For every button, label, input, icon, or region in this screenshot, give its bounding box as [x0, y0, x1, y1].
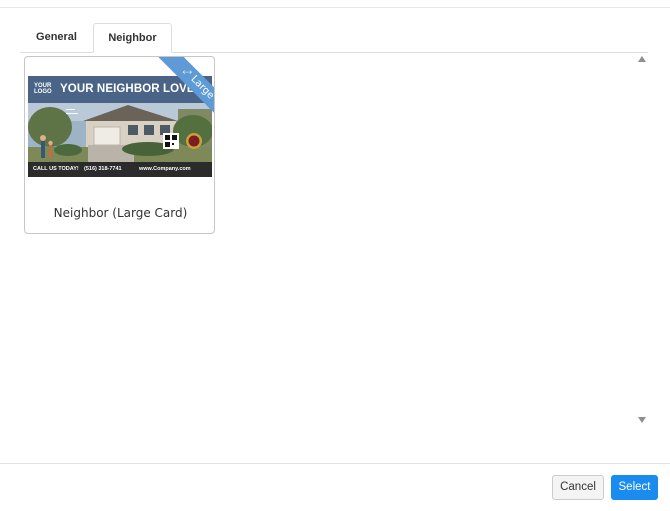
- cancel-button[interactable]: Cancel: [552, 475, 604, 500]
- footer-divider: [0, 463, 670, 464]
- preview-phone: (516) 318-7741: [84, 166, 122, 172]
- preview-photo-caption-lines: ▬▬▬ ▬▬▬▬: [66, 107, 78, 115]
- tab-neighbor[interactable]: Neighbor: [93, 23, 172, 53]
- preview-footer-band: CALL US TODAY! (516) 318-7741 www.Compan…: [28, 162, 212, 177]
- top-divider: [0, 7, 670, 8]
- scroll-down-arrow-icon[interactable]: [638, 417, 646, 423]
- select-button[interactable]: Select: [611, 475, 658, 500]
- tab-bar: General Neighbor: [20, 23, 648, 53]
- scroll-up-arrow-icon[interactable]: [638, 56, 646, 62]
- size-ribbon-band: ⤢Large: [156, 57, 214, 126]
- template-card-neighbor-large[interactable]: YOUR LOGO YOUR NEIGHBOR LOVED ▬▬▬ ▬▬▬▬ C…: [24, 56, 215, 234]
- size-ribbon-label: Large: [188, 73, 214, 102]
- preview-logo: YOUR LOGO: [34, 83, 52, 95]
- template-card-title: Neighbor (Large Card): [53, 206, 188, 220]
- preview-website: www.Company.com: [139, 166, 191, 172]
- template-list[interactable]: YOUR LOGO YOUR NEIGHBOR LOVED ▬▬▬ ▬▬▬▬ C…: [20, 53, 648, 431]
- size-ribbon: ⤢Large: [144, 57, 214, 127]
- tab-general[interactable]: General: [20, 23, 93, 52]
- preview-call-text: CALL US TODAY!: [33, 166, 79, 172]
